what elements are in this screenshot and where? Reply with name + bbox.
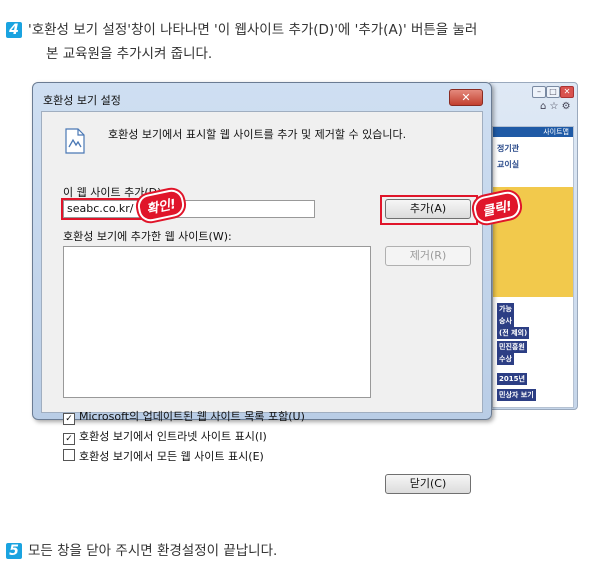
step-4-badge: 4 [6, 22, 22, 38]
checkbox-include-microsoft-list[interactable]: ✓ Microsoft의 업데이트된 웹 사이트 목록 포함(U) [63, 408, 305, 425]
dialog-title: 호환성 보기 설정 [43, 94, 121, 107]
minimize-icon: – [532, 86, 546, 98]
screenshot: – □ ✕ ⌂ ☆ ⚙ 사이트맵 정기관 교이실 가능 숭사 (전 제외) 민진… [32, 82, 578, 494]
add-button[interactable]: 추가(A) [385, 199, 471, 219]
background-strip: 민진흥원 [497, 341, 527, 353]
background-strip: 민상자 보기 [497, 389, 536, 401]
background-page: 사이트맵 정기관 교이실 가능 숭사 (전 제외) 민진흥원 수상 2015년 … [492, 126, 574, 408]
compatibility-view-dialog: 호환성 보기 설정 ✕ 호환성 보기에서 표시할 웹 사이트를 추가 및 제거할… [32, 82, 492, 494]
step-5-badge: 5 [6, 543, 22, 559]
background-strip: 가능 [497, 303, 514, 315]
checkbox-label: Microsoft의 업데이트된 웹 사이트 목록 포함(U) [79, 410, 305, 423]
checkbox-all-sites[interactable]: 호환성 보기에서 모든 웹 사이트 표시(E) [63, 448, 264, 464]
checkbox-label: 호환성 보기에서 인트라넷 사이트 표시(I) [79, 430, 267, 443]
maximize-icon: □ [546, 86, 560, 98]
checkbox-checked-icon[interactable]: ✓ [63, 433, 75, 445]
site-list[interactable] [63, 246, 371, 398]
checkbox-label: 호환성 보기에서 모든 웹 사이트 표시(E) [79, 450, 264, 463]
checkbox-checked-icon[interactable]: ✓ [63, 413, 75, 425]
home-icon: ⌂ ☆ ⚙ [540, 101, 571, 112]
dialog-close-button[interactable]: ✕ [449, 89, 483, 106]
background-strip: 수상 [497, 353, 514, 365]
background-text: 정기관 [497, 144, 520, 153]
step-4-text-line1: '호환성 보기 설정'창이 나타나면 '이 웹사이트 추가(D)'에 '추가(A… [28, 22, 478, 38]
dialog-description: 호환성 보기에서 표시할 웹 사이트를 추가 및 제거할 수 있습니다. [108, 128, 407, 141]
step-5-text: 모든 창을 닫아 주시면 환경설정이 끝납니다. [28, 543, 278, 559]
close-icon: ✕ [560, 86, 574, 98]
close-button[interactable]: 닫기(C) [385, 474, 471, 494]
remove-button[interactable]: 제거(R) [385, 246, 471, 266]
dialog-body: 호환성 보기에서 표시할 웹 사이트를 추가 및 제거할 수 있습니다. 이 웹… [41, 111, 483, 494]
background-tab: 사이트맵 [493, 127, 573, 137]
site-list-label: 호환성 보기에 추가한 웹 사이트(W): [63, 230, 232, 243]
checkbox-unchecked-icon[interactable] [63, 449, 75, 461]
background-text: 교이실 [497, 160, 520, 169]
input-highlight-box [61, 198, 143, 220]
webpage-icon [65, 128, 85, 154]
checkbox-intranet-sites[interactable]: ✓ 호환성 보기에서 인트라넷 사이트 표시(I) [63, 428, 267, 445]
background-strip: 2015년 [497, 373, 527, 385]
background-strip: (전 제외) [497, 327, 530, 339]
background-strip: 숭사 [497, 315, 514, 327]
step-4-text-line2: 본 교육원을 추가시켜 줍니다. [46, 46, 213, 62]
